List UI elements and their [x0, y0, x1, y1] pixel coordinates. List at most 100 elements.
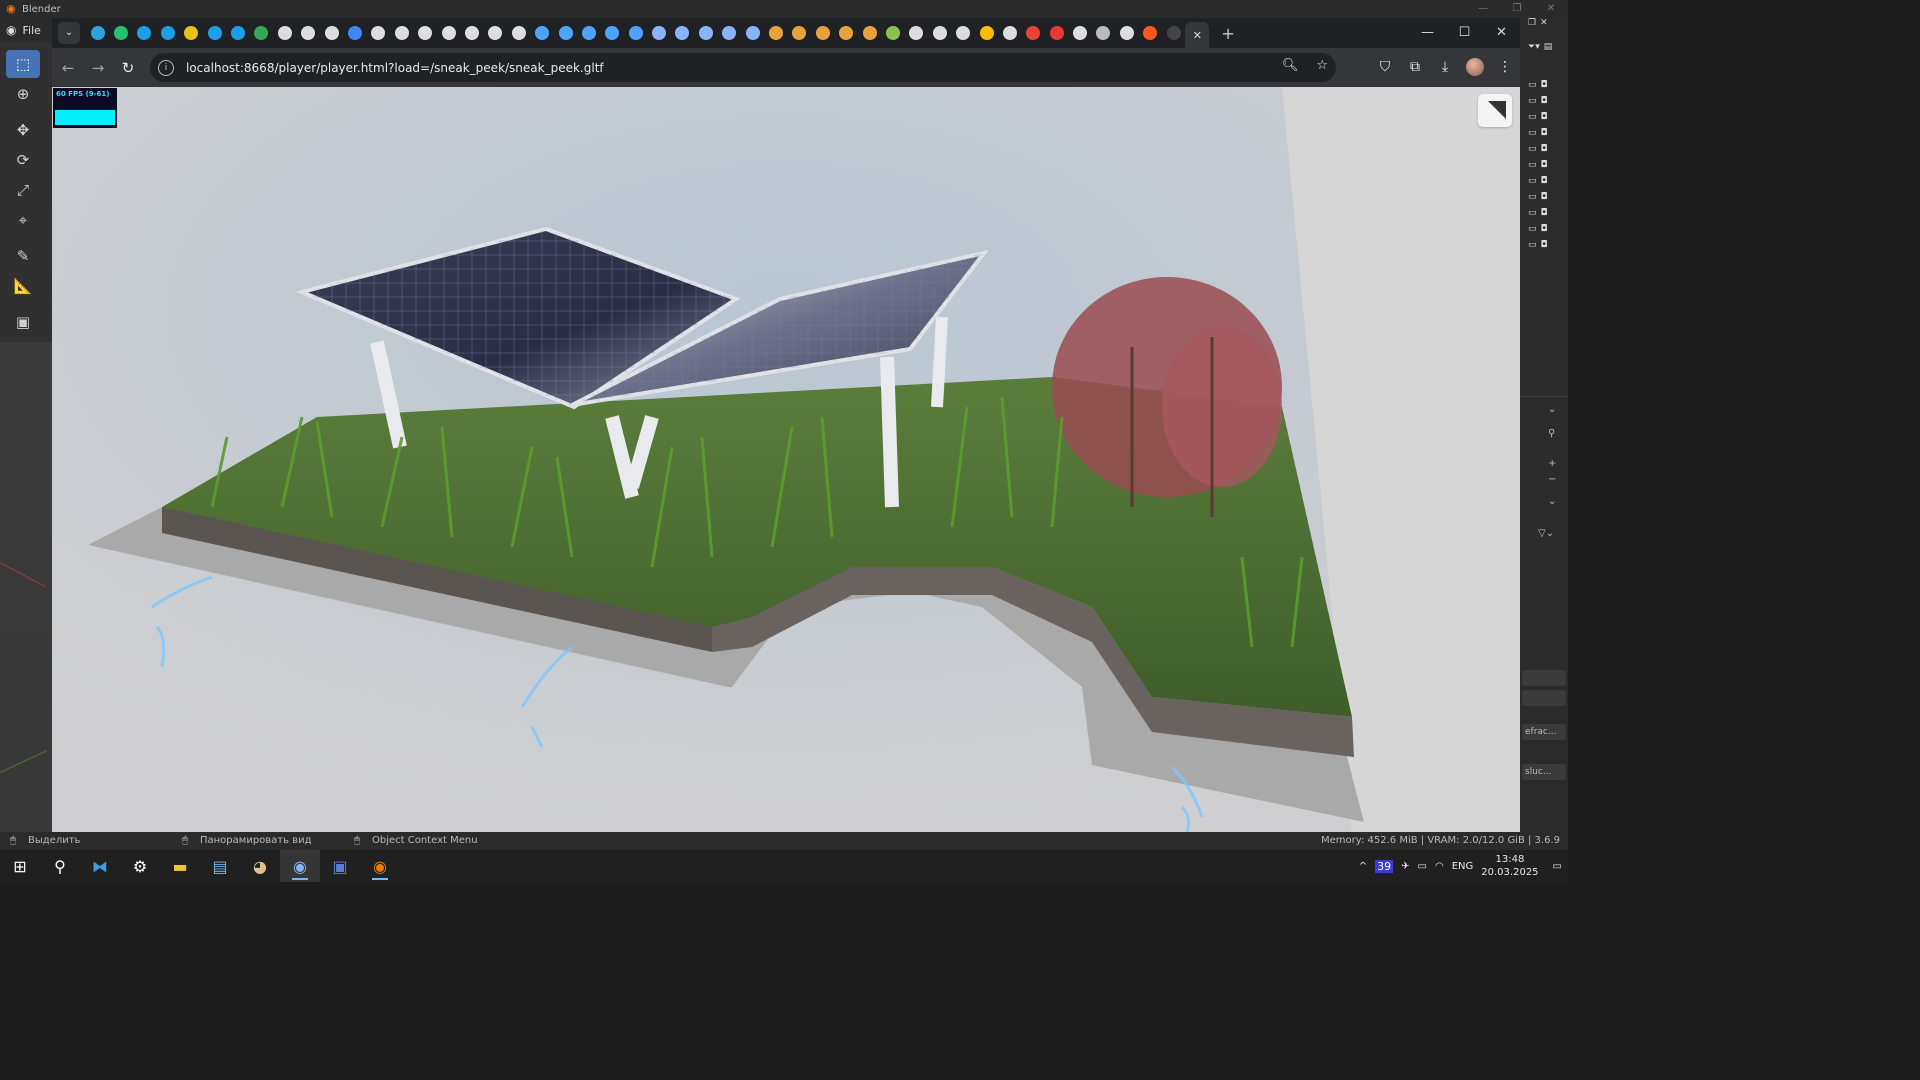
tab-favicon-icon[interactable]: [297, 22, 320, 44]
filter-icon[interactable]: ⏷▾: [1528, 42, 1540, 56]
tab-favicon-icon[interactable]: [975, 22, 998, 44]
outliner-row[interactable]: ▭ ◘: [1528, 112, 1562, 126]
tab-favicon-icon[interactable]: [998, 22, 1021, 44]
camera-render-icon[interactable]: ◘: [1541, 224, 1548, 238]
outliner-row[interactable]: ▭ ◘: [1528, 96, 1562, 110]
tab-favicon-icon[interactable]: [811, 22, 834, 44]
outliner-row[interactable]: ▭ ◘: [1528, 208, 1562, 222]
annotate-tool-icon[interactable]: ✎: [6, 242, 40, 270]
tab-favicon-icon[interactable]: [484, 22, 507, 44]
back-button-icon[interactable]: ←: [54, 54, 82, 82]
bookmark-star-icon[interactable]: ☆: [1316, 58, 1328, 73]
blender-restore-button[interactable]: ❐: [1500, 0, 1534, 18]
three-d-scene-viewport[interactable]: 60 FPS (9-61): [52, 87, 1520, 835]
browser-menu-icon[interactable]: ⋮: [1496, 53, 1514, 81]
outliner-row[interactable]: ▭ ◘: [1528, 240, 1562, 254]
tab-favicon-icon[interactable]: [109, 22, 132, 44]
visibility-icon[interactable]: ▭: [1528, 160, 1537, 174]
browser-close-button[interactable]: ✕: [1483, 18, 1520, 48]
outliner-row[interactable]: ▭ ◘: [1528, 192, 1562, 206]
tab-favicon-icon[interactable]: [437, 22, 460, 44]
tab-favicon-icon[interactable]: [133, 22, 156, 44]
tab-favicon-icon[interactable]: [460, 22, 483, 44]
tray-expand-icon[interactable]: ^: [1359, 861, 1367, 872]
site-info-icon[interactable]: i: [158, 59, 174, 76]
properties-chevron-icon[interactable]: ⌄: [1548, 404, 1556, 415]
outliner-row[interactable]: ▭ ◘: [1528, 80, 1562, 94]
camera-render-icon[interactable]: ◘: [1541, 112, 1548, 126]
camera-render-icon[interactable]: ◘: [1541, 192, 1548, 206]
start-button-icon[interactable]: ⊞: [0, 850, 40, 882]
refraction-property[interactable]: efrac...: [1522, 724, 1566, 740]
cursor-tool-icon[interactable]: ⊕: [6, 80, 40, 108]
paint-icon[interactable]: ◕: [240, 850, 280, 882]
tab-favicon-icon[interactable]: [320, 22, 343, 44]
rotate-tool-icon[interactable]: ⟳: [6, 146, 40, 174]
camera-render-icon[interactable]: ◘: [1541, 144, 1548, 158]
notification-badge[interactable]: 39: [1375, 859, 1394, 873]
tab-favicon-icon[interactable]: [1115, 22, 1138, 44]
vscode-icon[interactable]: ⧓: [80, 850, 120, 882]
add-cube-tool-icon[interactable]: ▣: [6, 308, 40, 336]
language-indicator[interactable]: ENG: [1452, 861, 1474, 872]
system-clock[interactable]: 13:48 20.03.2025: [1481, 853, 1538, 879]
dropdown-field[interactable]: [1522, 690, 1566, 706]
pin-icon[interactable]: ⚲: [1548, 428, 1555, 439]
tab-favicon-icon[interactable]: [764, 22, 787, 44]
zoom-icon[interactable]: 🔍︎: [1282, 58, 1299, 73]
blender-minimize-button[interactable]: —: [1466, 0, 1500, 18]
blender-menu-logo-icon[interactable]: ◉: [6, 23, 16, 37]
visibility-icon[interactable]: ▭: [1528, 224, 1537, 238]
tab-favicon-icon[interactable]: [1068, 22, 1091, 44]
outliner-row[interactable]: ▭ ◘: [1528, 160, 1562, 174]
select-box-tool-icon[interactable]: ⬚: [6, 50, 40, 78]
tab-close-icon[interactable]: ✕: [1193, 29, 1202, 42]
tab-favicon-icon[interactable]: [835, 22, 858, 44]
visibility-icon[interactable]: ▭: [1528, 128, 1537, 142]
camera-render-icon[interactable]: ◘: [1541, 240, 1548, 254]
browser-minimize-button[interactable]: —: [1409, 18, 1446, 48]
tab-favicon-icon[interactable]: [881, 22, 904, 44]
tab-favicon-icon[interactable]: [671, 22, 694, 44]
tab-favicon-icon[interactable]: [180, 22, 203, 44]
address-bar[interactable]: i localhost:8668/player/player.html?load…: [150, 53, 1336, 82]
visibility-icon[interactable]: ▭: [1528, 240, 1537, 254]
notepad-icon[interactable]: ▤: [200, 850, 240, 882]
tab-favicon-icon[interactable]: [624, 22, 647, 44]
search-icon[interactable]: ⚲: [40, 850, 80, 882]
visibility-icon[interactable]: ▭: [1528, 96, 1537, 110]
blender-taskbar-icon[interactable]: ◉: [360, 850, 400, 882]
network-icon[interactable]: ◠: [1435, 861, 1444, 872]
camera-render-icon[interactable]: ◘: [1541, 208, 1548, 222]
tab-favicon-icon[interactable]: [951, 22, 974, 44]
tab-favicon-icon[interactable]: [905, 22, 928, 44]
active-tab[interactable]: ✕: [1185, 22, 1210, 48]
tray-app-icon[interactable]: ✈: [1401, 861, 1409, 872]
new-collection-icon[interactable]: ▤: [1544, 42, 1553, 56]
visibility-icon[interactable]: ▭: [1528, 144, 1537, 158]
tab-favicon-icon[interactable]: [390, 22, 413, 44]
add-slot-icon[interactable]: +: [1548, 458, 1556, 469]
visibility-icon[interactable]: ▭: [1528, 176, 1537, 190]
outliner-row[interactable]: ▭ ◘: [1528, 176, 1562, 190]
tab-favicon-icon[interactable]: [1045, 22, 1068, 44]
tab-favicon-icon[interactable]: [156, 22, 179, 44]
tab-favicon-icon[interactable]: [507, 22, 530, 44]
camera-render-icon[interactable]: ◘: [1541, 128, 1548, 142]
tab-favicon-icon[interactable]: [718, 22, 741, 44]
scale-tool-icon[interactable]: ⤢: [6, 176, 40, 204]
close-area-icon[interactable]: ✕: [1540, 18, 1548, 32]
browser-maximize-button[interactable]: ☐: [1446, 18, 1483, 48]
tab-favicon-icon[interactable]: [858, 22, 881, 44]
save-disk-icon[interactable]: ▣: [320, 850, 360, 882]
tab-favicon-icon[interactable]: [577, 22, 600, 44]
tab-favicon-icon[interactable]: [694, 22, 717, 44]
tab-favicon-icon[interactable]: [86, 22, 109, 44]
tab-favicon-icon[interactable]: [367, 22, 390, 44]
chrome-taskbar-icon[interactable]: ◉: [280, 850, 320, 882]
tab-favicon-icon[interactable]: [343, 22, 366, 44]
tab-favicon-icon[interactable]: [928, 22, 951, 44]
extensions-puzzle-icon[interactable]: ⧉: [1406, 53, 1424, 81]
url-text[interactable]: localhost:8668/player/player.html?load=/…: [186, 61, 604, 75]
remove-slot-icon[interactable]: −: [1548, 474, 1556, 485]
